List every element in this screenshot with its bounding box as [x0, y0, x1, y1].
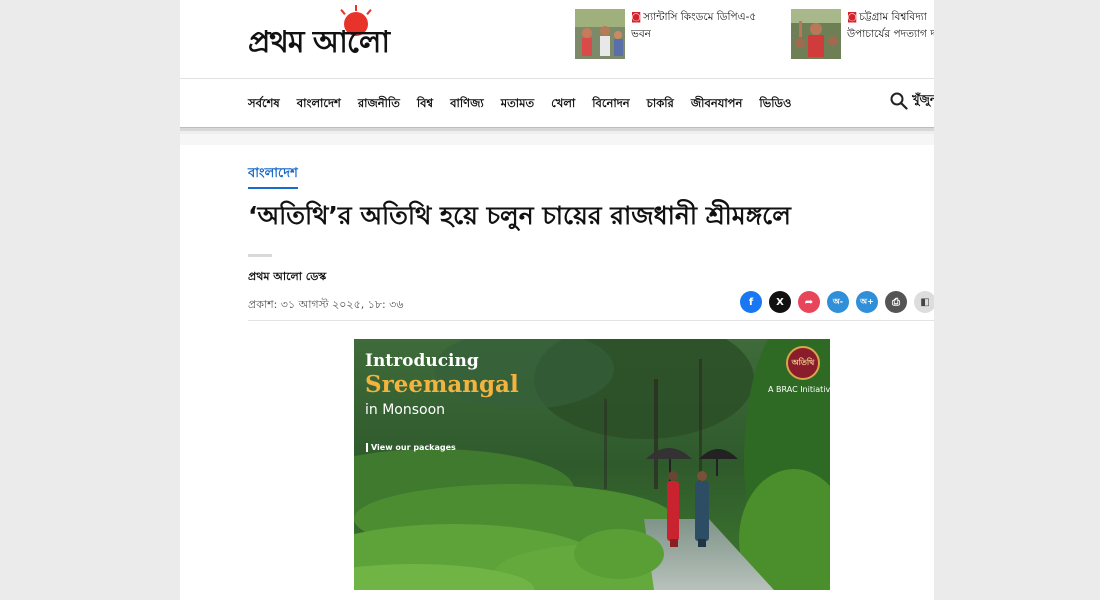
section-tag[interactable]: বাংলাদেশ: [248, 164, 298, 189]
font-decrease-icon: অ-: [832, 296, 844, 306]
print-icon: ⎙: [892, 296, 900, 308]
teaser-2[interactable]: ◙ চট্টগ্রাম বিশ্ববিদ্যা উপাচার্যের পদত্যা…: [791, 9, 934, 59]
article-headline: ‘অতিথি’র অতিথি হয়ে চলুন চায়ের রাজধানী …: [248, 201, 791, 230]
live-dot-icon: ◙: [631, 11, 642, 23]
facebook-icon: f: [748, 296, 754, 308]
logo-ray: [340, 9, 346, 15]
brand-badge-subtitle: A BRAC Initiative: [768, 385, 830, 394]
bookmark-icon: ◧: [920, 296, 930, 308]
nav-item-entertainment[interactable]: বিনোদন: [592, 95, 629, 114]
logo-ray: [366, 9, 372, 15]
teaser-text: স্যান্টাসি কিংডমে ডিপিএ-৫: [643, 11, 757, 23]
bookmark-button[interactable]: ◧: [914, 291, 934, 313]
masthead: প্রথম আলো ◙ স্যান্টাসি কিংডমে ডিপিএ-৫ ভবন: [180, 0, 934, 78]
publish-time: প্রকাশ: ৩১ আগস্ট ২০২৫, ১৮: ৩৬: [248, 298, 404, 311]
font-increase-icon: অ+: [860, 296, 874, 306]
font-increase-button[interactable]: অ+: [856, 291, 878, 313]
live-dot-icon: ◙: [847, 11, 858, 23]
logo-text: প্রথম আলো: [248, 25, 390, 60]
teaser-text-line2: উপাচার্যের পদত্যাগ দা: [847, 28, 934, 40]
nav-item-world[interactable]: বিশ্ব: [417, 95, 433, 114]
nav-item-lifestyle[interactable]: জীবনযাপন: [691, 95, 742, 114]
nav-items: সর্বশেষ বাংলাদেশ রাজনীতি বিশ্ব বাণিজ্য ম…: [248, 95, 791, 114]
hero-image[interactable]: Introducing Sreemangal in Monsoon View o…: [354, 339, 830, 590]
nav-item-sports[interactable]: খেলা: [551, 95, 575, 114]
meta-divider: [248, 320, 934, 321]
teaser-1[interactable]: ◙ স্যান্টাসি কিংডমে ডিপিএ-৫ ভবন: [575, 9, 771, 59]
nav-item-opinion[interactable]: মতামত: [501, 95, 534, 114]
share-icon: ➦: [804, 296, 814, 308]
hero-subtitle: in Monsoon: [365, 402, 446, 418]
headline-divider: [248, 254, 272, 257]
facebook-share-button[interactable]: f: [740, 291, 762, 313]
share-toolbar: f X ➦ অ- অ+ ⎙ ◧: [740, 291, 934, 313]
x-share-button[interactable]: X: [769, 291, 791, 313]
view-packages-link[interactable]: View our packages: [366, 443, 456, 452]
nav-shadow-divider: [180, 127, 934, 145]
print-button[interactable]: ⎙: [885, 291, 907, 313]
search-label: খুঁজুন: [912, 92, 934, 106]
article-author[interactable]: প্রথম আলো ডেস্ক: [248, 268, 326, 287]
x-icon: X: [776, 296, 784, 308]
nav-item-video[interactable]: ভিডিও: [759, 95, 791, 114]
hero-title: Sreemangal: [365, 371, 519, 398]
brand-badge: অতিথি: [786, 346, 820, 380]
hero-intro: Introducing: [365, 351, 479, 371]
search-button[interactable]: খুঁজুন: [890, 91, 934, 110]
teaser-thumbnail: [575, 9, 625, 59]
nav-item-business[interactable]: বাণিজ্য: [450, 95, 484, 114]
nav-item-jobs[interactable]: চাকরি: [647, 95, 674, 114]
share-button[interactable]: ➦: [798, 291, 820, 313]
main-nav: সর্বশেষ বাংলাদেশ রাজনীতি বিশ্ব বাণিজ্য ম…: [180, 78, 934, 127]
logo-ray: [355, 5, 357, 11]
site-logo[interactable]: প্রথম আলো: [248, 5, 458, 60]
nav-item-politics[interactable]: রাজনীতি: [358, 95, 400, 114]
page: প্রথম আলো ◙ স্যান্টাসি কিংডমে ডিপিএ-৫ ভবন: [180, 0, 934, 600]
teaser-thumbnail: [791, 9, 841, 59]
nav-item-latest[interactable]: সর্বশেষ: [248, 95, 280, 114]
teaser-text-line2: ভবন: [631, 28, 651, 40]
teaser-text: চট্টগ্রাম বিশ্ববিদ্যা: [859, 11, 927, 23]
search-icon: [890, 92, 908, 110]
nav-item-bangladesh[interactable]: বাংলাদেশ: [297, 95, 341, 114]
font-decrease-button[interactable]: অ-: [827, 291, 849, 313]
